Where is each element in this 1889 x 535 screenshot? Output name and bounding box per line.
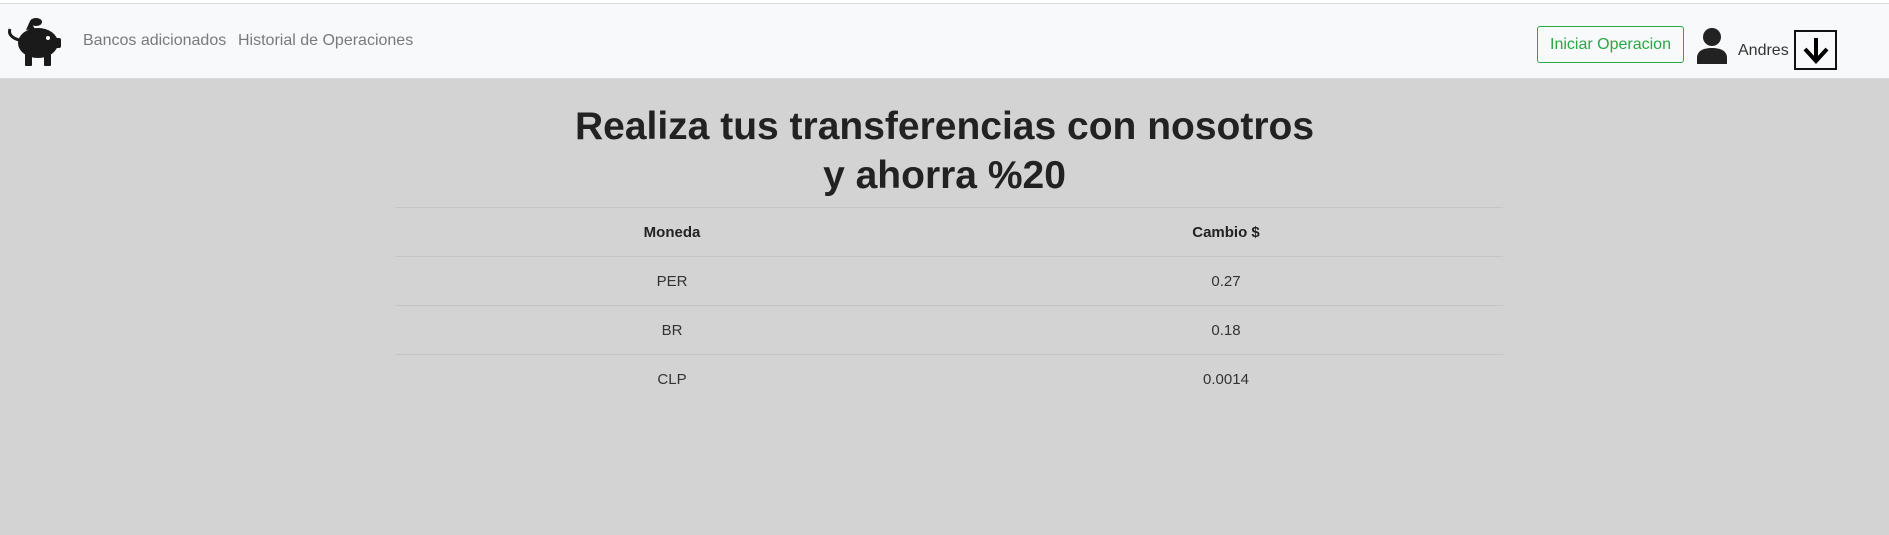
hero-title: Realiza tus transferencias con nosotros … [0, 102, 1889, 200]
piggy-bank-icon[interactable] [4, 16, 62, 68]
navbar: Bancos adicionados Historial de Operacio… [0, 4, 1889, 79]
exchange-rates-table: Moneda Cambio $ PER 0.27 BR 0.18 CLP 0.0… [395, 207, 1503, 404]
table-row: CLP 0.0014 [395, 354, 1503, 404]
rate-cell: 0.18 [949, 305, 1503, 355]
currency-cell: BR [395, 305, 949, 355]
table-row: PER 0.27 [395, 256, 1503, 306]
column-header-moneda: Moneda [395, 207, 949, 257]
user-icon [1697, 28, 1727, 64]
table-header-row: Moneda Cambio $ [395, 207, 1503, 257]
rate-cell: 0.0014 [949, 354, 1503, 404]
hero-title-line2: y ahorra %20 [823, 154, 1066, 197]
rate-cell: 0.27 [949, 256, 1503, 306]
table-row: BR 0.18 [395, 305, 1503, 355]
start-operation-button[interactable]: Iniciar Operacion [1537, 26, 1684, 63]
column-header-cambio: Cambio $ [949, 207, 1503, 257]
hero-title-line1: Realiza tus transferencias con nosotros [574, 105, 1315, 148]
user-dropdown-toggle[interactable] [1794, 30, 1837, 70]
nav-link-historial[interactable]: Historial de Operaciones [238, 32, 413, 50]
arrow-down-icon [1803, 38, 1828, 64]
user-name: Andres [1738, 42, 1789, 59]
currency-cell: PER [395, 256, 949, 306]
currency-cell: CLP [395, 354, 949, 404]
nav-link-bancos[interactable]: Bancos adicionados [83, 32, 226, 50]
